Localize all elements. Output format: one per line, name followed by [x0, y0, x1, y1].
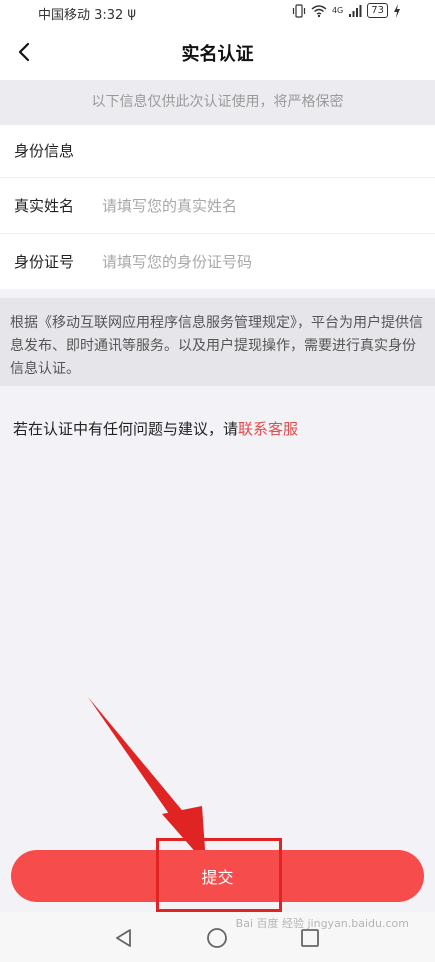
nav-bar: 实名认证 — [0, 24, 435, 80]
system-nav-bar: Bai 百度 经验 jingyan.baidu.com — [0, 912, 435, 962]
section-title: 身份信息 — [0, 125, 435, 177]
charging-icon — [394, 3, 400, 18]
name-field-row: 真实姓名 — [0, 177, 435, 233]
privacy-notice: 以下信息仅供此次认证使用，将严格保密 — [0, 80, 435, 125]
status-left: 中国移动 3:32 ψ — [38, 4, 136, 23]
page-title: 实名认证 — [181, 44, 254, 65]
wifi-icon — [311, 4, 327, 17]
signal-icon — [349, 4, 362, 17]
real-name-input[interactable] — [102, 196, 402, 215]
carrier-time: 中国移动 3:32 — [38, 8, 124, 23]
network-label: 4G — [331, 6, 344, 15]
status-bar: 中国移动 3:32 ψ 4G 73 — [0, 0, 435, 24]
home-circle-icon[interactable] — [205, 926, 229, 950]
back-triangle-icon[interactable] — [112, 926, 136, 950]
status-right: 4G 73 — [292, 3, 401, 18]
help-text: 若在认证中有任何问题与建议，请 — [13, 420, 239, 438]
battery-icon: 73 — [367, 3, 388, 18]
help-line: 若在认证中有任何问题与建议，请联系客服 — [13, 418, 298, 439]
name-label: 真实姓名 — [14, 197, 75, 215]
vibrate-icon — [292, 3, 306, 18]
watermark: Bai 百度 经验 jingyan.baidu.com — [235, 917, 409, 930]
usb-icon: ψ — [127, 6, 136, 21]
submit-button[interactable]: 提交 — [11, 850, 424, 902]
id-field-row: 身份证号 — [0, 233, 435, 289]
id-number-input[interactable] — [102, 252, 402, 271]
legal-notice: 根据《移动互联网应用程序信息服务管理规定》，平台为用户提供信息发布、即时通讯等服… — [0, 298, 435, 386]
contact-support-link[interactable]: 联系客服 — [238, 420, 298, 438]
id-label: 身份证号 — [14, 253, 75, 271]
